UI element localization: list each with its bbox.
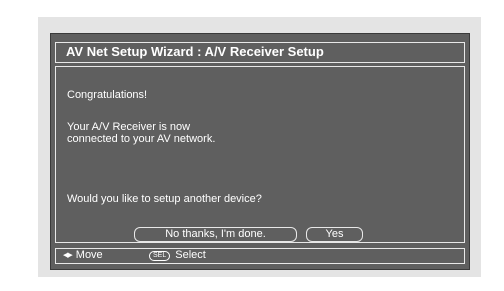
move-hint: ◀▶ Move: [63, 249, 103, 262]
content-panel: Congratulations! Your A/V Receiver is no…: [55, 66, 465, 243]
setup-another-question: Would you like to setup another device?: [67, 193, 262, 205]
select-hint-label: Select: [175, 249, 206, 261]
footer-hint-bar: ◀▶ Move SEL Select: [55, 248, 465, 264]
wizard-title: AV Net Setup Wizard : A/V Receiver Setup: [66, 44, 324, 59]
yes-button[interactable]: Yes: [306, 227, 363, 242]
setup-wizard-screen: AV Net Setup Wizard : A/V Receiver Setup…: [50, 33, 470, 270]
yes-button-label: Yes: [325, 228, 344, 240]
sel-button-icon: SEL: [149, 250, 171, 261]
no-thanks-button-label: No thanks, I'm done.: [165, 228, 266, 240]
no-thanks-button[interactable]: No thanks, I'm done.: [134, 227, 297, 242]
move-hint-label: Move: [75, 249, 103, 261]
left-right-arrows-icon: ◀▶: [63, 252, 73, 259]
wizard-title-bar: AV Net Setup Wizard : A/V Receiver Setup: [55, 42, 465, 63]
select-hint: SEL Select: [149, 249, 206, 262]
connected-message-line-2: connected to your AV network.: [67, 133, 216, 145]
congratulations-text: Congratulations!: [67, 89, 148, 101]
